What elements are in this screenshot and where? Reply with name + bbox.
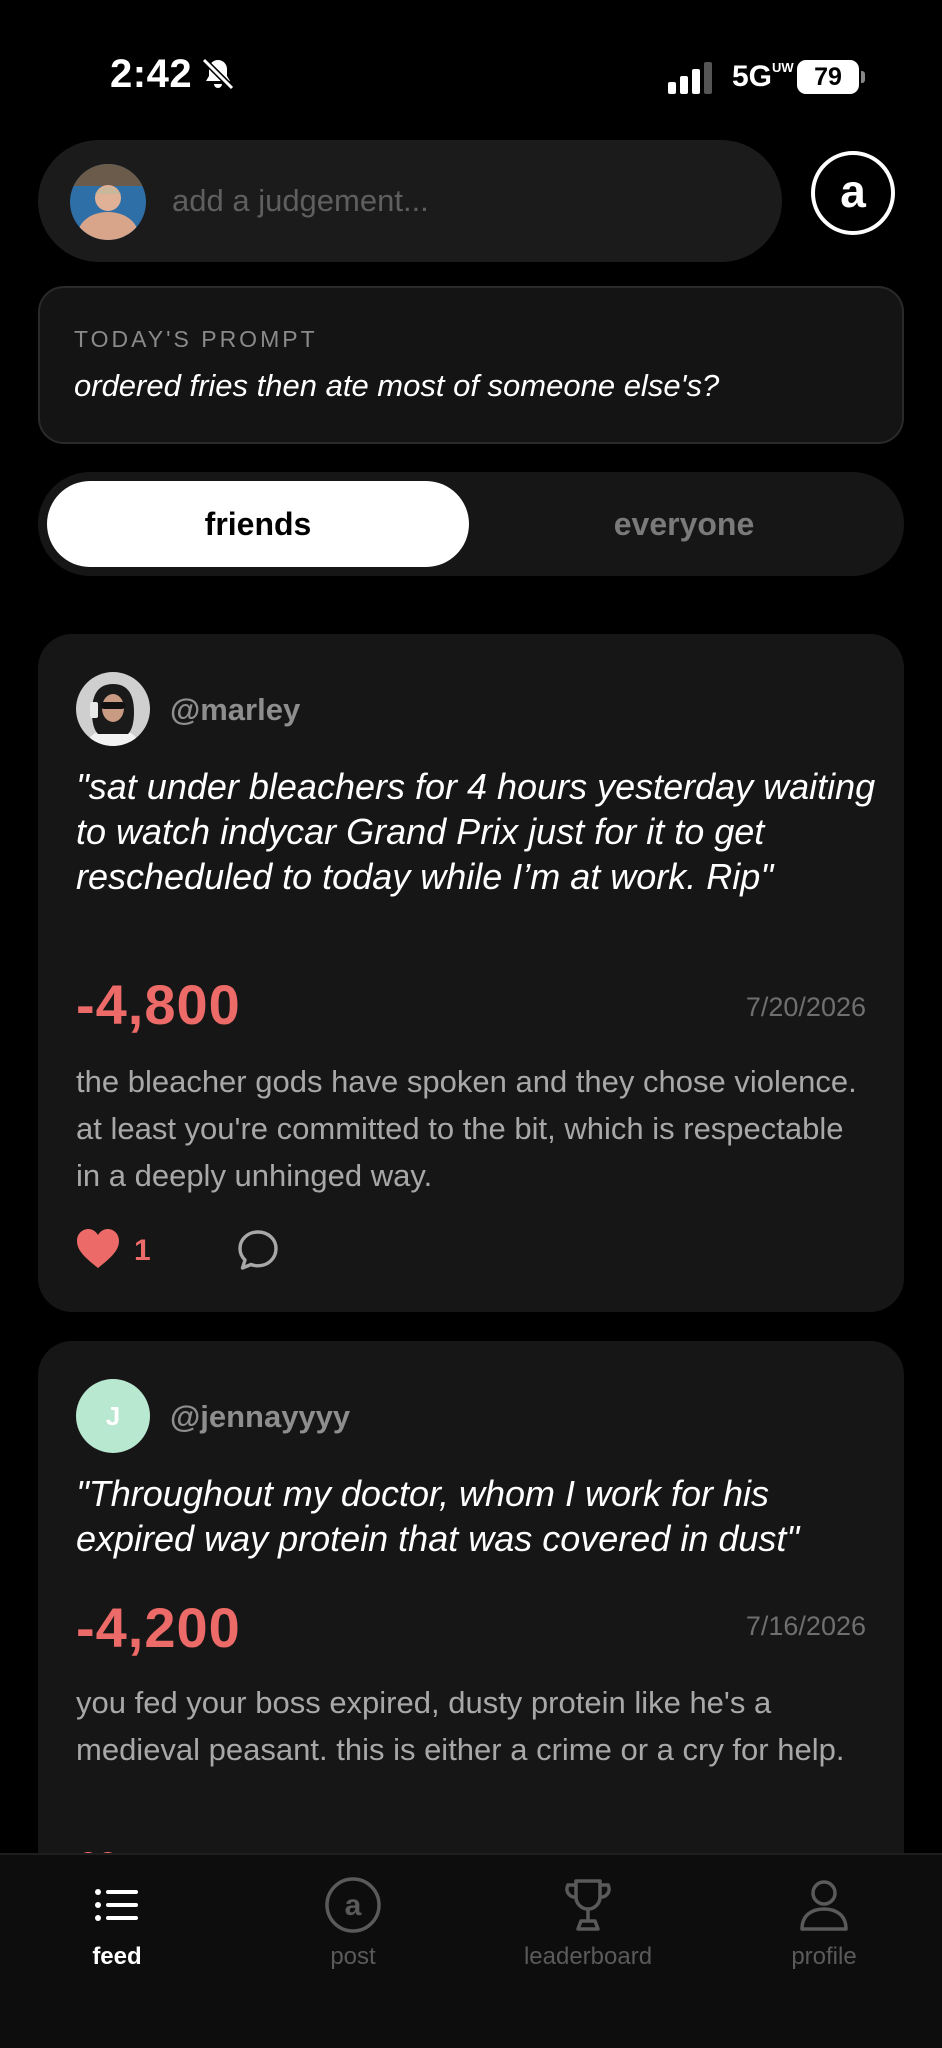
status-bar: 2:42 5G UW 79 <box>0 0 942 130</box>
svg-text:a: a <box>345 1889 362 1922</box>
post-judgement-text: the bleacher gods have spoken and they c… <box>76 1064 857 1193</box>
judgement-input[interactable] <box>172 168 752 234</box>
post-date: 7/16/2026 <box>745 1611 866 1641</box>
comment-icon[interactable] <box>236 1228 280 1272</box>
app-logo-button[interactable]: a <box>811 151 895 235</box>
avatar[interactable] <box>76 672 150 746</box>
network-label: 5G <box>732 60 773 93</box>
prompt-text: ordered fries then ate most of someone e… <box>74 368 720 403</box>
nav-label: feed <box>92 1943 142 1970</box>
logo-circle-icon: a <box>325 1877 381 1933</box>
nav-label: profile <box>791 1943 857 1970</box>
person-icon <box>800 1880 848 1931</box>
status-time: 2:42 <box>110 52 193 96</box>
signal-icon <box>668 62 712 94</box>
nav-label: post <box>330 1943 376 1970</box>
post-card[interactable]: @marley "sat under bleachers for 4 hours… <box>38 634 904 1312</box>
post-date: 7/20/2026 <box>745 992 866 1022</box>
network-sub-label: UW <box>772 60 794 75</box>
post-quote: "sat under bleachers for 4 hours yesterd… <box>76 766 876 897</box>
avatar[interactable]: J <box>76 1379 150 1453</box>
nav-profile[interactable]: profile <box>724 1875 924 1985</box>
bottom-tab-bar: feed a post leaderboard profile <box>0 1853 942 2048</box>
nav-post[interactable]: a post <box>253 1875 453 1985</box>
list-icon <box>95 1889 138 1921</box>
post-username[interactable]: @jennayyyy <box>170 1399 350 1435</box>
user-avatar[interactable] <box>70 164 146 240</box>
todays-prompt-card: TODAY'S PROMPT ordered fries then ate mo… <box>38 286 904 444</box>
nav-feed[interactable]: feed <box>17 1875 217 1985</box>
post-quote: "Throughout my doctor, whom I work for h… <box>76 1473 800 1559</box>
judgement-composer[interactable] <box>38 140 782 262</box>
battery-cap <box>861 71 865 83</box>
tab-everyone[interactable]: everyone <box>473 481 895 567</box>
feed-filter-tabs: friends everyone <box>38 472 904 576</box>
nav-leaderboard[interactable]: leaderboard <box>488 1875 688 1985</box>
battery-indicator: 79 <box>797 60 859 94</box>
like-count: 1 <box>134 1234 151 1267</box>
post-score: -4,200 <box>76 1596 241 1659</box>
post-username[interactable]: @marley <box>170 692 300 728</box>
post-judgement-text: you fed your boss expired, dusty protein… <box>76 1685 845 1767</box>
heart-icon[interactable] <box>76 1228 120 1270</box>
bell-muted-icon <box>201 57 235 91</box>
tab-friends[interactable]: friends <box>47 481 469 567</box>
post-score: -4,800 <box>76 973 241 1036</box>
trophy-icon <box>565 1879 611 1931</box>
prompt-label: TODAY'S PROMPT <box>74 326 318 352</box>
nav-label: leaderboard <box>523 1943 653 1970</box>
